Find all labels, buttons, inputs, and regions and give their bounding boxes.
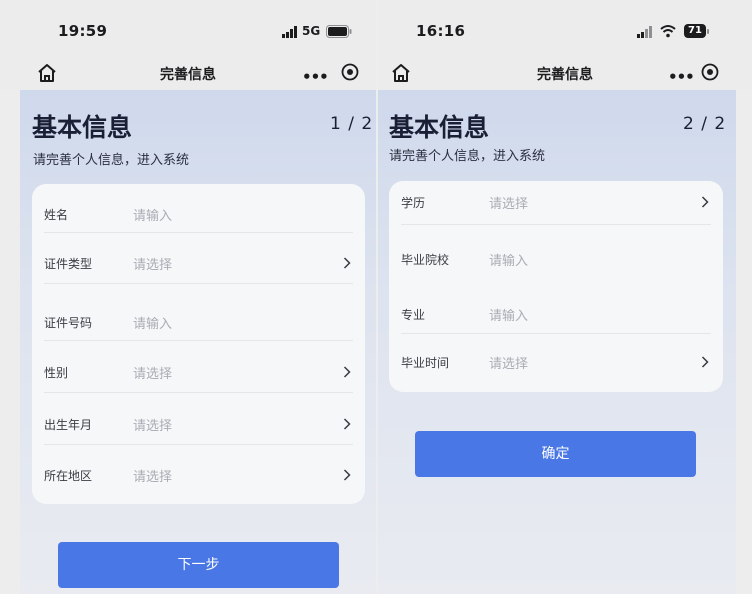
field-label: 专业 <box>401 308 426 322</box>
target-icon[interactable] <box>701 63 719 81</box>
field-name[interactable]: 姓名 请输入 <box>44 198 353 234</box>
field-input[interactable]: 请输入 <box>489 250 528 269</box>
field-label: 所在地区 <box>44 469 93 483</box>
page-content: 基本信息 2 / 2 请完善个人信息，进入系统 学历 请选择 毕业院校 请输入 … <box>378 90 736 594</box>
form-card: 学历 请选择 毕业院校 请输入 专业 请输入 毕业时间 请选择 <box>389 181 723 392</box>
field-birth-date[interactable]: 出生年月 请选择 <box>44 408 353 445</box>
section-heading: 基本信息 <box>389 113 490 142</box>
subtitle: 请完善个人信息，进入系统 <box>33 153 190 168</box>
divider <box>401 333 711 334</box>
signal-icon <box>282 26 297 38</box>
next-step-button[interactable]: 下一步 <box>58 542 339 588</box>
more-icon[interactable]: ••• <box>668 68 695 86</box>
form-card: 姓名 请输入 证件类型 请选择 证件号码 请输入 性别 请选择 出生年月 请选择… <box>32 184 365 504</box>
status-bar: 19:59 5G <box>0 0 376 58</box>
chevron-right-icon <box>701 356 709 368</box>
section-heading: 基本信息 <box>32 113 133 142</box>
field-label: 姓名 <box>44 208 69 222</box>
battery-icon: 71 <box>684 24 706 38</box>
field-label: 证件类型 <box>44 257 93 271</box>
field-select[interactable]: 请选择 <box>133 415 172 434</box>
nav-bar: 完善信息 ••• <box>378 58 752 90</box>
step-indicator: 2 / 2 <box>683 114 727 134</box>
network-label: 5G <box>302 24 321 38</box>
more-icon[interactable]: ••• <box>302 68 329 86</box>
field-select[interactable]: 请选择 <box>133 254 172 273</box>
chevron-right-icon <box>343 469 351 481</box>
status-time: 16:16 <box>416 22 466 40</box>
subtitle: 请完善个人信息，进入系统 <box>389 149 546 164</box>
divider <box>44 232 353 233</box>
wifi-icon <box>660 25 676 38</box>
battery-icon <box>326 25 352 38</box>
field-id-type[interactable]: 证件类型 请选择 <box>44 247 353 284</box>
target-icon[interactable] <box>341 63 359 81</box>
field-region[interactable]: 所在地区 请选择 <box>44 459 353 495</box>
chevron-right-icon <box>343 366 351 378</box>
screen-step-2: 16:16 71 完善信息 ••• 基本信息 2 / 2 请完善个人信息，进入系… <box>378 0 752 594</box>
field-input[interactable]: 请输入 <box>133 205 172 224</box>
page-title: 完善信息 <box>537 67 593 83</box>
confirm-button[interactable]: 确定 <box>415 431 696 477</box>
status-bar: 16:16 71 <box>378 0 752 58</box>
field-label: 性别 <box>44 366 69 380</box>
divider <box>44 444 353 445</box>
chevron-right-icon <box>343 418 351 430</box>
field-select[interactable]: 请选择 <box>133 363 172 382</box>
field-graduation-date[interactable]: 毕业时间 请选择 <box>401 345 711 381</box>
field-label: 毕业院校 <box>401 253 450 267</box>
field-school[interactable]: 毕业院校 请输入 <box>401 242 711 278</box>
page-content: 基本信息 1 / 2 请完善个人信息，进入系统 姓名 请输入 证件类型 请选择 … <box>20 90 376 594</box>
field-select[interactable]: 请选择 <box>489 353 528 372</box>
divider <box>44 283 353 284</box>
field-label: 出生年月 <box>44 418 93 432</box>
field-major[interactable]: 专业 请输入 <box>401 297 711 334</box>
field-select[interactable]: 请选择 <box>133 466 172 485</box>
field-gender[interactable]: 性别 请选择 <box>44 356 353 393</box>
field-education[interactable]: 学历 请选择 <box>401 185 711 225</box>
chevron-right-icon <box>343 257 351 269</box>
field-input[interactable]: 请输入 <box>133 313 172 332</box>
field-label: 学历 <box>401 196 426 210</box>
field-input[interactable]: 请输入 <box>489 305 528 324</box>
nav-bar: 完善信息 ••• <box>0 58 376 90</box>
divider <box>44 340 353 341</box>
field-label: 毕业时间 <box>401 356 450 370</box>
status-time: 19:59 <box>58 22 108 40</box>
battery-cap <box>707 29 709 34</box>
field-label: 证件号码 <box>44 316 93 330</box>
field-id-number[interactable]: 证件号码 请输入 <box>44 306 353 342</box>
step-indicator: 1 / 2 <box>330 114 374 134</box>
signal-icon <box>637 26 652 38</box>
chevron-right-icon <box>701 196 709 208</box>
screen-step-1: 19:59 5G 完善信息 ••• 基本信息 1 / 2 请完善个人信息，进入系… <box>0 0 376 594</box>
divider <box>401 224 711 225</box>
field-select[interactable]: 请选择 <box>489 193 528 212</box>
divider <box>44 392 353 393</box>
